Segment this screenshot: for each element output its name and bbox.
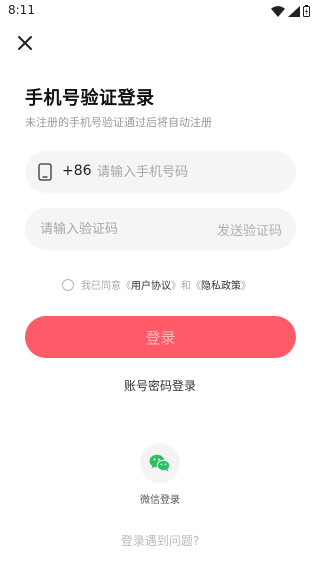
password-login-link[interactable]: 账号密码登录: [0, 377, 320, 394]
signal-icon: [288, 5, 300, 17]
wechat-login-label: 微信登录: [140, 495, 180, 506]
agreement-prefix: 我已同意《: [81, 281, 131, 292]
login-help-link[interactable]: 登录遇到问题?: [0, 532, 320, 549]
code-input[interactable]: [40, 219, 200, 239]
close-button[interactable]: [14, 32, 36, 54]
user-agreement-link[interactable]: 用户协议: [131, 277, 171, 292]
page-title: 手机号验证登录: [25, 88, 155, 109]
code-field: 发送验证码: [25, 208, 296, 250]
page-subtitle: 未注册的手机号验证通过后将自动注册: [25, 116, 212, 129]
phone-input[interactable]: [97, 162, 282, 182]
agreement-middle: 》和《: [171, 281, 201, 292]
status-time: 8:11: [8, 3, 35, 17]
wifi-icon: [271, 5, 285, 17]
country-code[interactable]: +86: [62, 163, 92, 179]
agreement-checkbox[interactable]: [62, 278, 74, 291]
wechat-icon: [149, 454, 171, 472]
battery-icon: [303, 5, 310, 17]
status-icons: [271, 5, 310, 17]
status-bar: 8:11: [0, 0, 320, 24]
phone-field: +86: [25, 151, 296, 193]
phone-icon: [38, 163, 52, 181]
wechat-login-button[interactable]: [140, 443, 180, 483]
login-button[interactable]: 登录: [25, 316, 296, 358]
privacy-policy-link[interactable]: 隐私政策: [201, 277, 241, 292]
close-icon: [18, 36, 32, 50]
agreement-suffix: 》: [241, 281, 251, 292]
send-code-button[interactable]: 发送验证码: [217, 220, 282, 239]
agreement-row: 我已同意《 用户协议 》和《 隐私政策》: [62, 277, 251, 292]
